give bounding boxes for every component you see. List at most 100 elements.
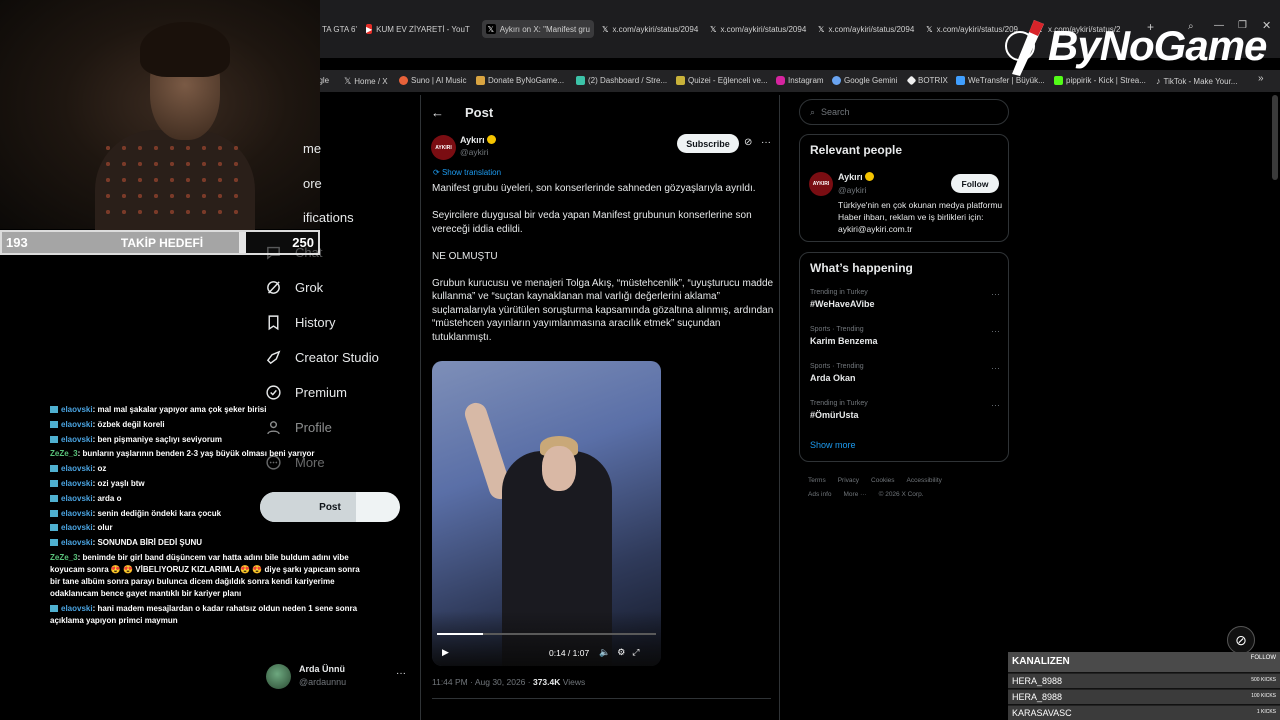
browser-tab[interactable]: TA GTA 6'	[318, 20, 358, 38]
footer-link[interactable]: Privacy	[838, 477, 859, 484]
search-input[interactable]: ⌕ Search	[799, 99, 1009, 125]
trend-menu-icon[interactable]: ···	[991, 363, 1000, 373]
page-title: Post	[465, 105, 494, 120]
nav-explore[interactable]: ore	[265, 168, 322, 198]
chat-username[interactable]: elaovski	[61, 494, 93, 503]
author-handle[interactable]: @aykiri	[460, 147, 488, 157]
trend-menu-icon[interactable]: ···	[991, 326, 1000, 336]
nav-premium[interactable]: Premium	[265, 377, 347, 407]
chat-username[interactable]: elaovski	[61, 538, 93, 547]
trend-menu-icon[interactable]: ···	[991, 400, 1000, 410]
alert-follow-label: FOLLOW	[1250, 655, 1276, 661]
chat-message: elaovski: arda o	[50, 493, 370, 505]
chat-username[interactable]: ZeZe_3	[50, 449, 78, 458]
chat-username[interactable]: elaovski	[61, 523, 93, 532]
bookmark-label: Instagram	[788, 76, 824, 85]
volume-icon[interactable]: 🔈	[599, 647, 617, 657]
chat-username[interactable]: elaovski	[61, 420, 93, 429]
footer-link[interactable]: Accessibility	[907, 477, 942, 484]
settings-icon[interactable]: ⚙	[617, 647, 632, 657]
bookmark-item[interactable]: Quizei - Eğlenceli ve...	[676, 76, 768, 85]
chat-text: : olur	[92, 523, 113, 533]
bookmark-item[interactable]: Donate ByNoGame...	[476, 76, 564, 85]
play-icon[interactable]: ▶	[442, 647, 449, 658]
trend-item[interactable]: Trending in Turkey #ÖmürUsta ···	[810, 400, 1000, 420]
grok-floating-icon[interactable]: ⊘	[1227, 626, 1255, 654]
grok-explain-icon[interactable]: ⊘	[744, 137, 752, 148]
account-switcher[interactable]: Arda Ünnü @ardaunnu ···	[266, 662, 416, 692]
footer-link[interactable]: Terms	[808, 477, 826, 484]
browser-tab[interactable]: 𝕏x.com/aykiri/status/2094	[598, 20, 702, 38]
show-more-link[interactable]: Show more	[810, 440, 856, 450]
tab-label: x.com/aykiri/status/2094	[612, 24, 699, 34]
browser-tab[interactable]: 𝕏x.com/aykiri/status/2094	[706, 20, 810, 38]
post-timestamp[interactable]: 11:44 PM · Aug 30, 2026 ·	[432, 677, 533, 687]
video-controls: 🔈⚙⤢	[599, 647, 647, 658]
chat-username[interactable]: ZeZe_3	[50, 553, 78, 562]
browser-tab[interactable]: 𝕏x.com/aykiri/status/2094	[814, 20, 918, 38]
nav-history[interactable]: History	[265, 307, 335, 337]
nav-notifications[interactable]: ifications	[265, 202, 354, 232]
author-name-row[interactable]: Aykırı	[460, 135, 496, 145]
account-menu-icon[interactable]: ···	[396, 668, 406, 679]
footer-copyright: © 2026 X Corp.	[878, 491, 924, 498]
x-icon: 𝕏	[710, 24, 717, 34]
search-placeholder: Search	[821, 107, 850, 117]
bookmark-item[interactable]: (2) Dashboard / Stre...	[576, 76, 667, 85]
footer-link[interactable]: Cookies	[871, 477, 894, 484]
post-video[interactable]: ▶ 0:14 / 1:07 🔈⚙⤢	[432, 361, 661, 666]
chat-username[interactable]: elaovski	[61, 464, 93, 473]
subscribe-button[interactable]: Subscribe	[677, 134, 739, 153]
screen: TA GTA 6' ▶ KUM EV ZİYARETİ - YouTu 𝕏 Aykı…	[0, 0, 1280, 720]
post-meta: 11:44 PM · Aug 30, 2026 · 373.4K Views	[432, 677, 585, 687]
chat-icon	[267, 246, 280, 260]
chat-username[interactable]: elaovski	[61, 405, 93, 414]
trend-item[interactable]: Trending in Turkey #WeHaveAVibe ···	[810, 289, 1000, 309]
bookmark-item[interactable]: 𝕏 Home / X	[344, 76, 388, 87]
browser-tab[interactable]: ▶ KUM EV ZİYARETİ - YouTu	[362, 20, 470, 38]
chat-message: ZeZe_3: bunların yaşlarının benden 2-3 y…	[50, 448, 370, 460]
nav-home[interactable]: me	[265, 133, 321, 163]
video-progress-bar[interactable]	[437, 633, 656, 635]
bookmark-item[interactable]: Google Gemini	[832, 76, 897, 85]
footer-link[interactable]: More ···	[844, 491, 867, 498]
nav-creator-studio[interactable]: Creator Studio	[265, 342, 379, 372]
footer-link[interactable]: Ads info	[808, 491, 832, 498]
trend-item[interactable]: Sports · Trending Arda Okan ···	[810, 363, 1000, 383]
post-column: ← Post AYKIRI Aykırı @aykiri Subscribe ⊘…	[420, 95, 780, 720]
chat-text: : mal mal şakalar yapıyor ama çok şeker …	[92, 405, 267, 414]
bookmark-label: Donate ByNoGame...	[488, 76, 565, 85]
nav-chat[interactable]: Chat	[265, 237, 322, 267]
grok-icon	[267, 280, 280, 294]
nav-grok[interactable]: Grok	[265, 272, 323, 302]
relevant-name-row[interactable]: Aykırı	[838, 172, 874, 182]
chat-username[interactable]: elaovski	[61, 604, 93, 613]
bookmark-item[interactable]: BOTRIX	[906, 75, 948, 86]
nav-label: History	[295, 314, 336, 330]
chat-message: elaovski: ozi yaşlı btw	[50, 478, 370, 490]
page-scrollbar[interactable]	[1272, 95, 1278, 180]
bookmark-label: BOTRIX	[918, 76, 948, 85]
alert-name: HERA_8988	[1012, 676, 1063, 686]
follow-button[interactable]: Follow	[951, 174, 999, 193]
relevant-name: Aykırı	[838, 172, 863, 182]
chat-username[interactable]: elaovski	[61, 435, 93, 444]
chat-username[interactable]: elaovski	[61, 509, 93, 518]
bookmark-item[interactable]: Suno | AI Music	[399, 76, 466, 85]
author-avatar[interactable]: AYKIRI	[431, 135, 456, 160]
tab-label: TA GTA 6'	[322, 24, 358, 34]
browser-tab-active[interactable]: 𝕏 Aykırı on X: "Manifest gru	[482, 20, 594, 38]
show-translation-link[interactable]: ⟳ Show translation	[433, 168, 501, 177]
trend-menu-icon[interactable]: ···	[991, 289, 1000, 299]
trend-item[interactable]: Sports · Trending Karim Benzema ···	[810, 326, 1000, 346]
chat-username[interactable]: elaovski	[61, 479, 93, 488]
verified-badge-icon	[486, 135, 496, 144]
bookmark-item[interactable]: Instagram	[776, 76, 824, 85]
post-menu-icon[interactable]: ···	[761, 137, 771, 148]
alert-row: KARASAVASC 1 KICKS	[1008, 705, 1280, 720]
card-title: What’s happening	[810, 261, 913, 275]
back-arrow-icon[interactable]: ←	[431, 105, 444, 120]
verified-badge-icon	[864, 172, 874, 181]
relevant-avatar[interactable]: AYKIRI	[809, 172, 833, 196]
fullscreen-icon[interactable]: ⤢	[632, 647, 646, 657]
